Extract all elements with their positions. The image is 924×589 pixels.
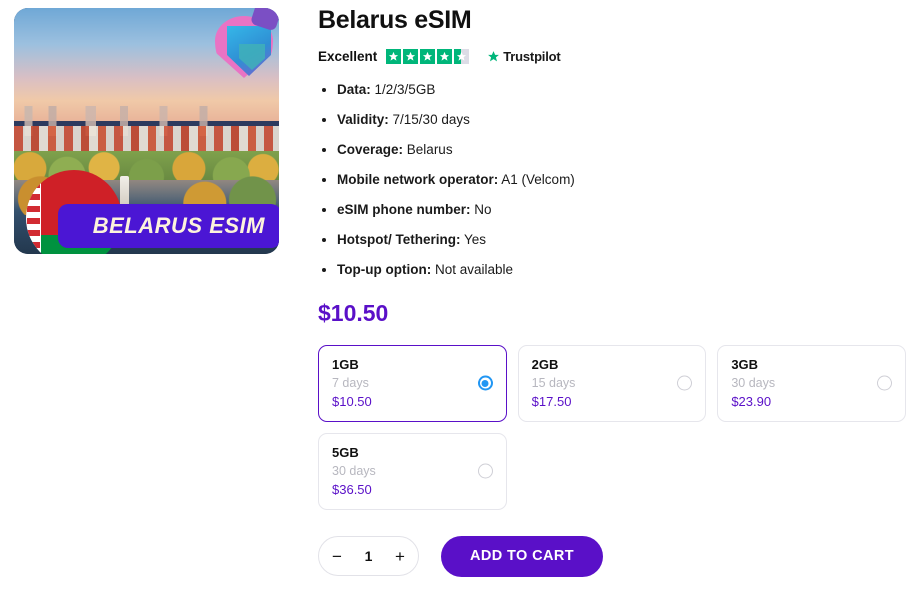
plan-radio[interactable] (677, 375, 693, 391)
plan-size: 2GB (531, 356, 559, 372)
plan-price: $10.50 (332, 393, 372, 409)
spec-value: 1/2/3/5GB (374, 82, 436, 97)
plan-size: 1GB (332, 356, 359, 372)
spec-item: Hotspot/ Tethering: Yes (337, 230, 906, 250)
spec-label: Coverage: (337, 142, 404, 158)
spec-value: Yes (464, 232, 487, 248)
plan-price: $17.50 (531, 393, 572, 409)
trustpilot-rating[interactable]: Excellent Trustpilot (318, 49, 906, 64)
page-title: Belarus eSIM (318, 6, 472, 34)
quantity-decrement-button[interactable]: − (332, 548, 342, 565)
spec-value: Not available (434, 262, 514, 278)
plan-duration: 30 days (731, 375, 776, 390)
plan-options: 1GB 7 days $10.50 2GB 15 days $17.50 3GB… (318, 344, 906, 510)
plan-radio[interactable] (477, 463, 493, 479)
trustpilot-star-icon (488, 51, 500, 62)
spec-value: Belarus (406, 142, 453, 158)
plan-option-1gb[interactable]: 1GB 7 days $10.50 (318, 344, 507, 422)
image-banner-label: BELARUS ESIM (92, 213, 265, 238)
spec-item: Coverage: Belarus (337, 140, 906, 160)
plan-duration: 30 days (332, 463, 376, 478)
plan-radio[interactable] (877, 375, 892, 391)
plan-size: 5GB (332, 444, 359, 460)
plan-duration: 15 days (531, 375, 576, 390)
spec-value: No (474, 202, 492, 218)
spec-label: Hotspot/ Tethering: (337, 232, 461, 248)
trustpilot-logo: Trustpilot (487, 49, 561, 64)
product-price: $10.50 (318, 299, 389, 326)
plan-price: $36.50 (332, 481, 372, 497)
spec-item: Data: 1/2/3/5GB (337, 80, 906, 100)
spec-label: Top-up option: (337, 262, 432, 278)
flag-ornament-stripe (26, 170, 41, 254)
quantity-increment-button[interactable]: + (395, 548, 405, 565)
star-icon (403, 49, 419, 64)
plan-radio-selected[interactable] (477, 375, 493, 391)
product-gallery: BELARUS ESIM (0, 0, 316, 254)
plan-option-2gb[interactable]: 2GB 15 days $17.50 (517, 344, 707, 422)
plan-size: 3GB (731, 356, 759, 372)
purchase-controls: − 1 + ADD TO CART (318, 535, 906, 577)
spec-item: Validity: 7/15/30 days (337, 110, 906, 130)
star-icon (386, 49, 402, 64)
star-icon (437, 49, 453, 64)
image-banner: BELARUS ESIM (58, 204, 279, 248)
quantity-value: 1 (364, 548, 373, 565)
product-page: BELARUS ESIM Belarus eSIM Excellent Trus… (0, 0, 924, 589)
spec-item: eSIM phone number: No (337, 200, 906, 220)
spec-value: A1 (Velcom) (501, 172, 575, 188)
product-details: Belarus eSIM Excellent Trustpilot • Data… (316, 0, 924, 589)
quantity-stepper[interactable]: − 1 + (318, 536, 419, 577)
spec-label: Validity: (337, 112, 389, 128)
star-rating (386, 49, 470, 64)
spec-value: 7/15/30 days (392, 112, 470, 128)
spec-item: Top-up option: Not available (337, 260, 906, 280)
rating-word: Excellent (318, 49, 378, 64)
plan-duration: 7 days (332, 375, 369, 390)
star-icon (420, 49, 436, 64)
plan-option-5gb[interactable]: 5GB 30 days $36.50 (318, 432, 507, 510)
plan-price: $23.90 (731, 393, 772, 409)
product-image[interactable]: BELARUS ESIM (14, 8, 279, 254)
spec-label: Data: (337, 82, 371, 97)
spec-list: Data: 1/2/3/5GB Validity: 7/15/30 days C… (318, 80, 906, 280)
spec-item: Mobile network operator: A1 (Velcom) (337, 170, 906, 190)
trustpilot-label: Trustpilot (503, 49, 561, 64)
add-to-cart-button[interactable]: ADD TO CART (441, 535, 604, 577)
plan-option-3gb[interactable]: 3GB 30 days $23.90 (717, 344, 906, 422)
spec-label: eSIM phone number: (337, 202, 471, 218)
spec-label: Mobile network operator: (337, 172, 499, 188)
shield-logo-icon (209, 8, 279, 88)
star-icon-partial (454, 49, 470, 64)
